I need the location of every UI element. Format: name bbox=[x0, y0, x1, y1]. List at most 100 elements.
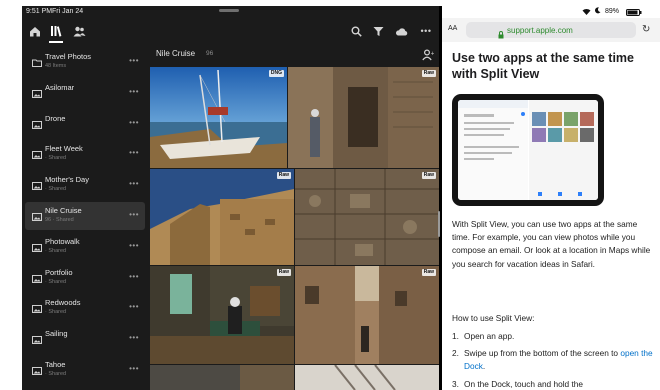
album-item[interactable]: Sailing ••• bbox=[25, 325, 145, 353]
reader-options-button[interactable]: AA bbox=[448, 25, 457, 32]
grid-header: Nile Cruise 96 + bbox=[150, 44, 439, 66]
partial-photo bbox=[150, 365, 294, 390]
steps-list: 1. Open an app. 2. Swipe up from the bot… bbox=[452, 330, 657, 390]
album-subtitle: · Shared bbox=[45, 371, 67, 377]
album-item[interactable]: Fleet Week · Shared ••• bbox=[25, 140, 145, 168]
album-name: Mother's Day bbox=[45, 175, 89, 185]
album-more-icon[interactable]: ••• bbox=[129, 148, 139, 157]
photo-thumbnail[interactable] bbox=[295, 365, 439, 390]
article-paragraph: With Split View, you can use two apps at… bbox=[452, 219, 651, 269]
battery-percent: 89% bbox=[605, 8, 620, 15]
grid-count: 96 bbox=[206, 50, 214, 57]
temple-photo bbox=[288, 67, 439, 168]
album-name: Fleet Week bbox=[45, 144, 83, 154]
moon-icon bbox=[594, 7, 601, 16]
cloud-icon[interactable] bbox=[392, 22, 410, 40]
photo-thumbnail[interactable]: Raw bbox=[295, 266, 439, 364]
album-name: Redwoods bbox=[45, 298, 81, 308]
album-more-icon[interactable]: ••• bbox=[129, 179, 139, 188]
add-people-icon[interactable]: + bbox=[422, 48, 435, 66]
album-more-icon[interactable]: ••• bbox=[129, 333, 139, 342]
album-item[interactable]: Drone ••• bbox=[25, 110, 145, 138]
album-item[interactable]: Tahoe · Shared ••• bbox=[25, 356, 145, 384]
article-title: Use two apps at the same time with Split… bbox=[452, 51, 635, 81]
more-options-icon[interactable]: ••• bbox=[417, 22, 435, 40]
album-icon bbox=[32, 146, 42, 160]
raw-badge: Raw bbox=[421, 269, 436, 276]
album-item[interactable]: Photowalk · Shared ••• bbox=[25, 233, 145, 261]
album-subtitle: 48 Items bbox=[45, 63, 67, 69]
photo-thumbnail[interactable]: DNG bbox=[150, 67, 287, 168]
album-item[interactable]: Travel Photos 48 Items ••• bbox=[25, 48, 145, 76]
photo-thumbnail[interactable]: Raw bbox=[288, 67, 439, 168]
album-more-icon[interactable]: ••• bbox=[129, 302, 139, 311]
ipad-screen: 9:51 PM Fri Jan 24 ••• Travel Photos 48 … bbox=[22, 6, 660, 390]
village-photo bbox=[295, 266, 439, 364]
svg-text:+: + bbox=[431, 51, 435, 57]
raw-badge: Raw bbox=[276, 269, 291, 276]
album-name: Asilomar bbox=[45, 82, 75, 92]
album-icon bbox=[32, 85, 42, 98]
album-more-icon[interactable]: ••• bbox=[129, 87, 139, 96]
album-subtitle: · Shared bbox=[45, 186, 67, 193]
split-view-divider-handle[interactable] bbox=[438, 211, 440, 237]
grid-title: Nile Cruise bbox=[156, 49, 196, 58]
album-item[interactable]: Nile Cruise 96 · Shared ••• bbox=[25, 202, 145, 230]
safari-status-bar: 89% bbox=[442, 6, 660, 18]
search-icon[interactable] bbox=[347, 22, 365, 40]
album-name: Nile Cruise bbox=[45, 206, 82, 215]
hieroglyphs-photo bbox=[295, 169, 439, 265]
album-more-icon[interactable]: ••• bbox=[129, 364, 139, 373]
album-more-icon[interactable]: ••• bbox=[129, 56, 139, 65]
step-number: 1. bbox=[452, 331, 459, 341]
ipad-illustration bbox=[452, 94, 604, 206]
album-more-icon[interactable]: ••• bbox=[129, 210, 139, 219]
home-icon[interactable] bbox=[26, 22, 44, 40]
album-icon bbox=[32, 270, 42, 283]
library-icon[interactable] bbox=[47, 22, 65, 40]
album-name: Tahoe bbox=[45, 360, 66, 369]
album-more-icon[interactable]: ••• bbox=[129, 272, 139, 281]
partial-photo bbox=[295, 365, 439, 390]
folder-icon bbox=[32, 54, 42, 67]
album-more-icon[interactable]: ••• bbox=[129, 118, 139, 127]
filter-icon[interactable] bbox=[369, 22, 387, 40]
album-subtitle: · Shared bbox=[45, 278, 67, 285]
step-text-end: . bbox=[482, 361, 486, 372]
album-icon bbox=[32, 177, 42, 191]
album-icon bbox=[32, 116, 42, 129]
album-name: Photowalk bbox=[45, 236, 80, 246]
album-item[interactable]: Portfolio · Shared ••• bbox=[25, 264, 145, 292]
photo-thumbnail[interactable]: Raw bbox=[150, 169, 294, 265]
sailboat-photo bbox=[150, 67, 287, 168]
how-to-heading: How to use Split View: bbox=[452, 313, 535, 323]
multitasking-grabber[interactable] bbox=[219, 9, 239, 12]
step-item: 1. Open an app. bbox=[452, 330, 657, 343]
address-bar: AA support.apple.com ↻ bbox=[442, 18, 660, 42]
album-sidebar: Travel Photos 48 Items ••• Asilomar ••• Drone… bbox=[22, 44, 147, 390]
active-tab-underline bbox=[49, 41, 63, 43]
step-number: 3. bbox=[452, 378, 459, 389]
album-item[interactable]: Asilomar ••• bbox=[25, 79, 145, 107]
step-text: Swipe up from the bottom of the screen t… bbox=[464, 348, 621, 359]
photo-thumbnail[interactable]: Raw bbox=[150, 266, 294, 364]
album-item[interactable]: Mother's Day · Shared ••• bbox=[25, 171, 145, 199]
wifi-icon bbox=[582, 8, 591, 17]
status-time: 9:51 PM bbox=[26, 8, 53, 15]
photo-thumbnail[interactable]: Raw bbox=[295, 169, 439, 265]
album-name: Portfolio bbox=[45, 267, 73, 277]
album-icon bbox=[32, 208, 42, 221]
album-item[interactable]: Redwoods · Shared ••• bbox=[25, 294, 145, 322]
album-icon bbox=[32, 239, 42, 252]
lock-icon bbox=[498, 26, 504, 44]
reload-icon[interactable]: ↻ bbox=[642, 24, 650, 35]
lightroom-toolbar: ••• bbox=[22, 18, 439, 44]
status-date: Fri Jan 24 bbox=[52, 8, 84, 15]
album-more-icon[interactable]: ••• bbox=[129, 241, 139, 250]
status-bar: 9:51 PM Fri Jan 24 bbox=[22, 6, 439, 18]
album-subtitle: · Shared bbox=[45, 155, 67, 162]
battery-icon bbox=[626, 9, 642, 18]
photo-thumbnail[interactable] bbox=[150, 365, 294, 390]
album-subtitle: · Shared bbox=[45, 247, 67, 254]
people-icon[interactable] bbox=[70, 22, 88, 40]
